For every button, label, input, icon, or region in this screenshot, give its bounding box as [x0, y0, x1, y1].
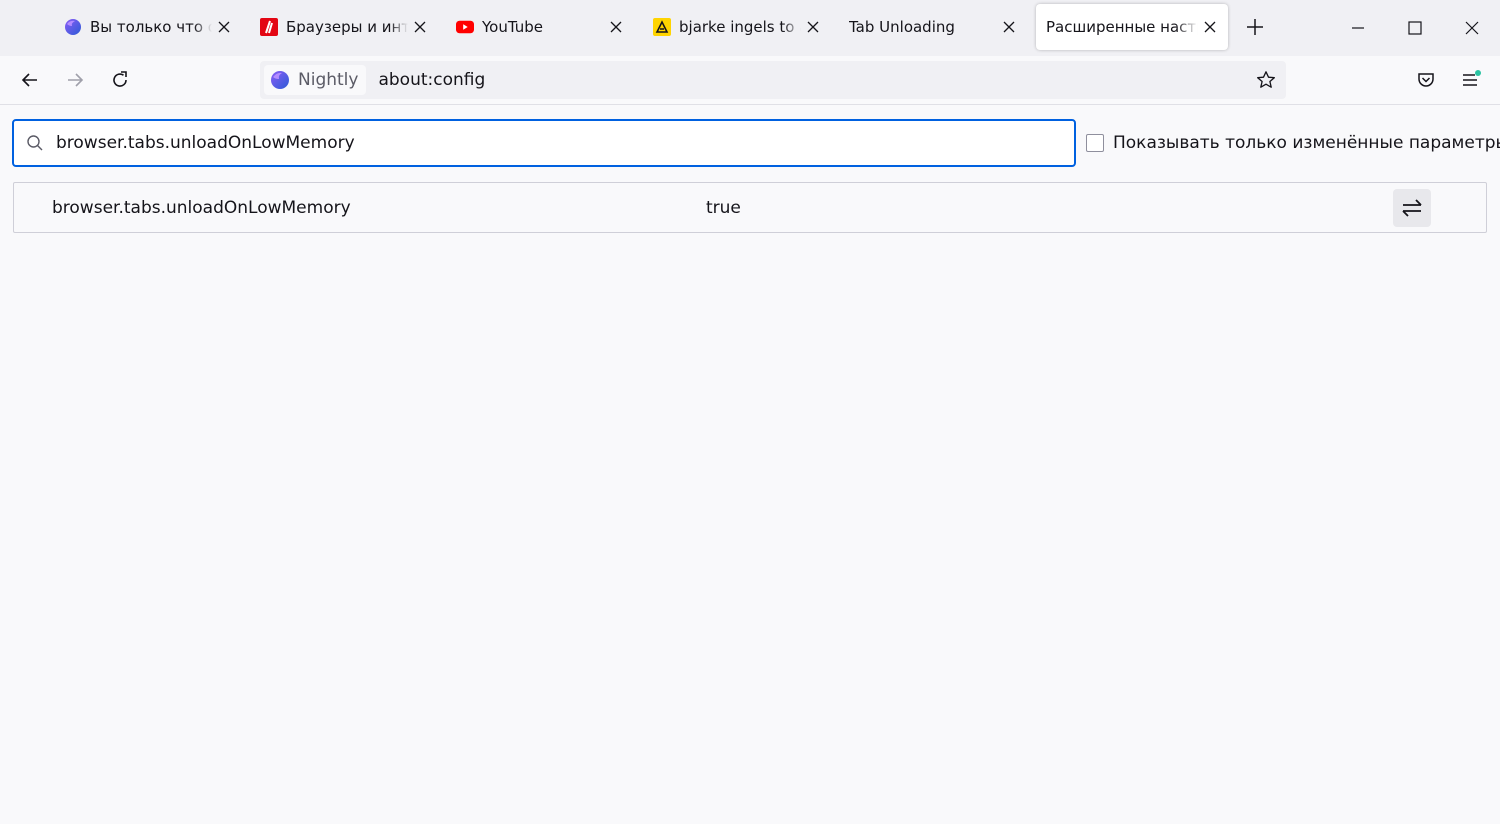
pref-name: browser.tabs.unloadOnLowMemory [52, 198, 351, 218]
search-icon [26, 133, 46, 153]
tab-youtube[interactable]: YouTube [446, 4, 634, 50]
toggle-button[interactable] [1393, 189, 1431, 227]
tab-strip: Вы только что обн Браузеры и интер YouTu… [0, 0, 1500, 56]
navigation-toolbar: Nightly about:config [0, 56, 1500, 105]
youtube-icon [456, 18, 474, 36]
close-tab-icon[interactable] [608, 19, 624, 35]
close-tab-icon[interactable] [412, 19, 428, 35]
pref-row: browser.tabs.unloadOnLowMemory true [13, 182, 1487, 233]
close-window-button[interactable] [1452, 8, 1492, 48]
firefox-nightly-icon [271, 71, 289, 89]
close-tab-icon[interactable] [1202, 19, 1218, 35]
tab-advanced-settings[interactable]: Расширенные настро [1036, 4, 1228, 50]
minimize-button[interactable] [1338, 8, 1378, 48]
bookmark-star-button[interactable] [1254, 68, 1278, 92]
pocket-icon [1418, 73, 1434, 87]
tab-title: YouTube [482, 18, 543, 36]
tab-title: Вы только что обн [90, 18, 212, 36]
search-box[interactable] [12, 119, 1076, 167]
show-modified-checkbox[interactable] [1086, 134, 1104, 152]
reload-icon [113, 71, 127, 87]
address-bar[interactable]: Nightly about:config [260, 61, 1286, 99]
back-button[interactable] [14, 64, 46, 96]
tab-title: Браузеры и интер [286, 18, 408, 36]
tab-tab-unloading[interactable]: Tab Unloading [839, 4, 1027, 50]
close-tab-icon[interactable] [1001, 19, 1017, 35]
search-input[interactable] [54, 132, 1074, 154]
news-site-icon [260, 18, 278, 36]
firefox-nightly-icon [64, 18, 82, 36]
reload-button[interactable] [104, 64, 136, 96]
close-tab-icon[interactable] [216, 19, 232, 35]
maximize-icon [1408, 21, 1422, 35]
url-text[interactable]: about:config [378, 70, 485, 90]
tab-title: bjarke ingels to act [679, 18, 801, 36]
plus-icon [1247, 19, 1263, 35]
maximize-button[interactable] [1395, 8, 1435, 48]
tab-brauzery[interactable]: Браузеры и интер [250, 4, 438, 50]
identity-box[interactable]: Nightly [264, 65, 367, 95]
star-icon [1257, 71, 1275, 88]
show-modified-label: Показывать только изменённые параметры [1113, 133, 1500, 153]
toggle-arrows-icon [1402, 199, 1422, 217]
tab-bjarke[interactable]: bjarke ingels to act [643, 4, 831, 50]
minimize-icon [1352, 27, 1364, 29]
pref-value[interactable]: true [706, 198, 741, 218]
new-tab-button[interactable] [1242, 14, 1268, 40]
tab-title: Расширенные настро [1046, 18, 1198, 36]
site-icon [653, 18, 671, 36]
app-menu-button[interactable] [1455, 64, 1487, 96]
browser-window: Вы только что обн Браузеры и интер YouTu… [0, 0, 1500, 824]
close-tab-icon[interactable] [805, 19, 821, 35]
hamburger-menu-icon [1463, 70, 1481, 86]
tab-vy-tolko[interactable]: Вы только что обн [54, 4, 242, 50]
tab-title: Tab Unloading [849, 18, 955, 36]
back-arrow-icon [21, 73, 37, 87]
pocket-button[interactable] [1410, 64, 1442, 96]
forward-button[interactable] [59, 64, 91, 96]
close-icon [1465, 21, 1479, 35]
identity-label: Nightly [298, 70, 359, 90]
show-modified-only[interactable]: Показывать только изменённые параметры [1086, 133, 1500, 153]
forward-arrow-icon [68, 73, 84, 87]
